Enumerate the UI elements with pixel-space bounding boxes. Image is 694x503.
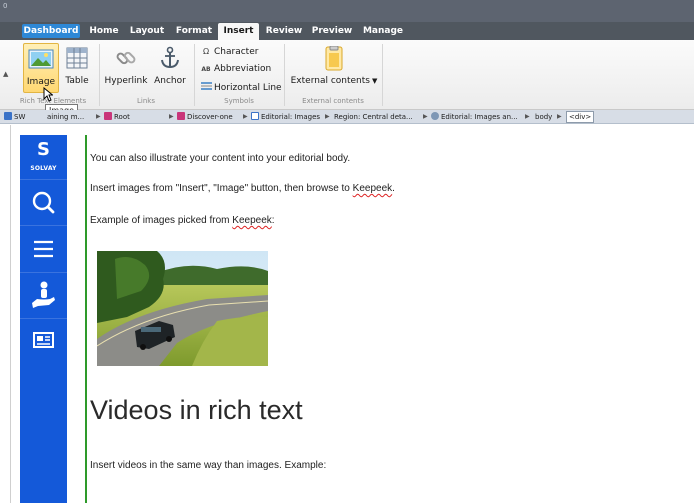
group-label-symbols: Symbols (224, 97, 254, 105)
breadcrumb-item[interactable]: aining m... (47, 111, 84, 123)
window-title: 0 (3, 2, 8, 10)
breadcrumb-item[interactable]: Region: Central deta... (334, 111, 413, 123)
character-button[interactable]: Ω Character (200, 44, 259, 59)
hyperlink-button-label: Hyperlink (104, 76, 148, 86)
tab-home[interactable]: Home (86, 23, 122, 40)
solvay-logo[interactable]: S SOLVAY (20, 135, 67, 179)
tab-review[interactable]: Review (263, 23, 305, 40)
editable-region-border (85, 135, 87, 503)
sidebar-item-search[interactable] (20, 183, 67, 223)
image-button-label: Image (26, 77, 56, 87)
tab-format[interactable]: Format (173, 23, 215, 40)
abbreviation-button[interactable]: AB Abbreviation (200, 62, 271, 77)
breadcrumb-separator-icon: ▶ (325, 113, 330, 120)
horizontal-line-button[interactable]: Horizontal Line (200, 80, 282, 95)
breadcrumb: SW aining m... ▶ Root ▶ Discover-one ▶ E… (0, 110, 694, 124)
sidebar-item-people[interactable] (20, 276, 67, 316)
table-button[interactable]: Table (62, 43, 92, 93)
tab-preview[interactable]: Preview (310, 23, 354, 40)
breadcrumb-current-item[interactable]: <div> (566, 111, 595, 123)
window-titlebar: 0 (0, 0, 694, 22)
breadcrumb-item[interactable]: body (535, 111, 552, 123)
breadcrumb-item[interactable]: Discover-one (177, 111, 233, 123)
paragraph-insert-videos[interactable]: Insert videos in the same way than image… (90, 460, 326, 471)
embedded-photo[interactable] (97, 251, 268, 366)
breadcrumb-separator-icon: ▶ (243, 113, 248, 120)
anchor-button-label: Anchor (154, 76, 186, 86)
horizontal-line-button-label: Horizontal Line (214, 83, 282, 93)
external-contents-label: External contents ▼ (290, 76, 378, 86)
logo-letter: S (37, 139, 50, 160)
logo-text: SOLVAY (30, 165, 57, 172)
anchor-icon (161, 46, 179, 69)
spellcheck-word[interactable]: Keepeek (353, 183, 392, 194)
sidebar-item-news[interactable] (20, 322, 67, 362)
breadcrumb-item[interactable]: SW (4, 111, 25, 123)
search-icon (32, 191, 55, 214)
breadcrumb-separator-icon: ▶ (525, 113, 530, 120)
newspaper-icon (33, 332, 54, 348)
paragraph-intro[interactable]: You can also illustrate your content int… (90, 153, 350, 164)
channel-icon (4, 112, 12, 120)
ribbon-tab-bar: Dashboard Home Layout Format Insert Revi… (0, 22, 694, 40)
dropdown-caret-icon: ▼ (371, 77, 378, 85)
anchor-button[interactable]: Anchor (152, 43, 188, 93)
user-hand-icon (32, 281, 55, 308)
menu-icon (34, 240, 53, 258)
breadcrumb-separator-icon: ▶ (169, 113, 174, 120)
heading-videos[interactable]: Videos in rich text (90, 395, 303, 426)
breadcrumb-item[interactable]: Editorial: Images (251, 111, 320, 123)
folder-icon (104, 112, 112, 120)
table-button-label: Table (65, 76, 89, 86)
solvay-sidebar: S SOLVAY (20, 135, 67, 503)
sidebar-item-menu[interactable] (20, 229, 67, 269)
editor-gutter (10, 125, 11, 503)
hyperlink-icon (116, 51, 136, 65)
abbreviation-icon: AB (201, 66, 211, 73)
breadcrumb-separator-icon: ▶ (557, 113, 562, 120)
spellcheck-word[interactable]: Keepeek (232, 215, 271, 226)
sidebar-divider (20, 318, 67, 319)
tab-dashboard[interactable]: Dashboard (22, 24, 80, 38)
external-contents-icon (325, 46, 343, 71)
table-icon (66, 47, 88, 69)
horizontal-line-icon (200, 80, 212, 95)
breadcrumb-item[interactable]: Root (104, 111, 130, 123)
breadcrumb-separator-icon: ▶ (96, 113, 101, 120)
paragraph-example[interactable]: Example of images picked from Keepeek: (90, 215, 275, 226)
hyperlink-button[interactable]: Hyperlink (103, 43, 149, 93)
folder-icon (177, 112, 185, 120)
abbreviation-button-label: Abbreviation (214, 64, 272, 74)
group-separator (382, 44, 383, 106)
external-contents-button[interactable]: External contents ▼ (289, 43, 379, 93)
character-button-label: Character (214, 47, 259, 57)
omega-icon: Ω (202, 47, 210, 56)
tab-insert[interactable]: Insert (218, 23, 259, 40)
breadcrumb-separator-icon: ▶ (423, 113, 428, 120)
tab-manage[interactable]: Manage (359, 23, 407, 40)
page-icon (251, 112, 259, 120)
group-label-external: External contents (302, 97, 364, 105)
breadcrumb-item[interactable]: Editorial: Images an... (431, 111, 518, 123)
sidebar-divider (20, 179, 67, 180)
paragraph-insert-images[interactable]: Insert images from "Insert", "Image" but… (90, 183, 395, 194)
sidebar-divider (20, 225, 67, 226)
group-label-links: Links (137, 97, 155, 105)
image-icon (28, 49, 54, 69)
ribbon-panel: ▲ Image Table Rich Text Elements Hyperli… (0, 40, 694, 110)
image-button[interactable]: Image (23, 43, 59, 93)
sidebar-divider (20, 272, 67, 273)
tab-layout[interactable]: Layout (127, 23, 167, 40)
editor-area[interactable]: S SOLVAY You can also illustrate your co… (0, 125, 694, 503)
component-icon (431, 112, 439, 120)
mouse-cursor-icon (43, 87, 53, 102)
ribbon-collapse-icon[interactable]: ▲ (3, 70, 8, 78)
